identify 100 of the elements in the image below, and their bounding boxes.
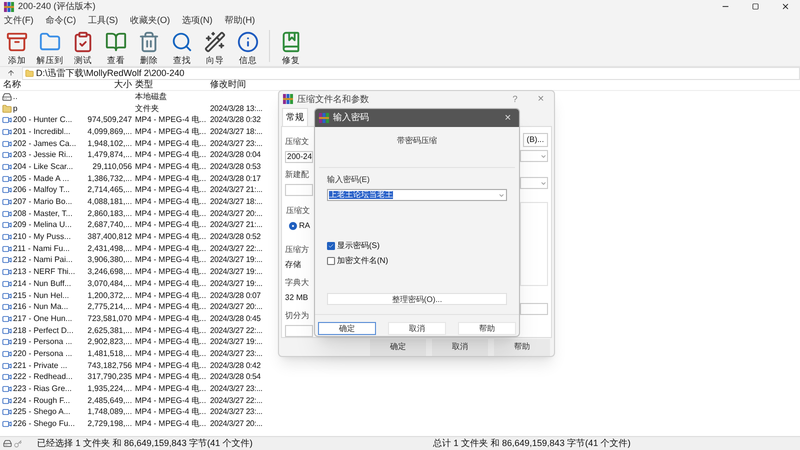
checkbox-label: 显示密码(S) bbox=[337, 240, 380, 252]
table-cell: 2,775,214,... bbox=[88, 303, 132, 312]
menu-item[interactable]: 命令(C) bbox=[46, 16, 76, 24]
archive-logo-icon bbox=[319, 113, 329, 123]
table-cell: 2024/3/27 23:... bbox=[210, 348, 262, 358]
folder-icon bbox=[2, 104, 12, 114]
table-cell: 2024/3/27 22:... bbox=[210, 396, 262, 405]
file-name: 207 - Mario Bo... bbox=[13, 198, 72, 206]
chevron-down-icon bbox=[498, 192, 505, 198]
menu-item[interactable]: 工具(S) bbox=[88, 16, 118, 24]
column-header[interactable]: 修改时间 bbox=[208, 80, 274, 89]
table-cell: MP4 - MPEG-4 电... bbox=[135, 126, 206, 136]
table-cell: 2024/3/27 20:... bbox=[210, 208, 262, 218]
table-cell: 2,729,198,... bbox=[88, 420, 132, 428]
table-cell: MP4 - MPEG-4 电... bbox=[135, 255, 206, 264]
video-file-icon bbox=[2, 208, 12, 219]
toolbar-button[interactable]: 修复 bbox=[279, 30, 303, 64]
password-field[interactable]: 上老王论坛当老王 bbox=[327, 189, 507, 201]
table-cell: 2,714,465,... bbox=[88, 186, 132, 194]
table-cell: MP4 - MPEG-4 电... bbox=[135, 372, 206, 382]
table-cell: 2024/3/28 0:32 bbox=[210, 115, 261, 124]
file-name: 222 - Redhead... bbox=[13, 373, 73, 382]
address-field[interactable]: D:\迅雷下载\MollyRedWolf 2\200-240 bbox=[22, 66, 800, 80]
field-value: 存储 bbox=[285, 259, 302, 271]
toolbar-button[interactable]: 向导 bbox=[203, 30, 227, 64]
field-value: 32 MB bbox=[285, 292, 310, 304]
toolbar-button[interactable]: 信息 bbox=[236, 30, 260, 64]
column-header[interactable]: 名称 bbox=[0, 80, 82, 89]
group-label: 压缩文 bbox=[286, 205, 311, 217]
archive-icon bbox=[6, 30, 28, 52]
field-label: 输入密码(E) bbox=[327, 174, 371, 186]
table-cell: MP4 - MPEG-4 电... bbox=[135, 138, 206, 148]
dialog-button[interactable]: 帮助 bbox=[494, 338, 550, 356]
dialog-button[interactable]: 确定 bbox=[370, 338, 426, 356]
video-file-icon bbox=[2, 278, 12, 289]
toolbar-button[interactable]: 测试 bbox=[71, 30, 95, 64]
file-name: 219 - Persona ... bbox=[13, 338, 72, 346]
toolbar-button[interactable]: 查看 bbox=[104, 30, 128, 64]
tab[interactable]: 常规 bbox=[282, 108, 308, 126]
toolbar-button[interactable]: 删除 bbox=[137, 30, 161, 64]
dialog-button[interactable]: 确定 bbox=[318, 322, 376, 335]
clipboard-check-icon bbox=[72, 30, 94, 52]
field-label: 压缩文 bbox=[285, 136, 310, 148]
dialog-button[interactable]: 取消 bbox=[388, 322, 446, 335]
toolbar-button[interactable]: 添加 bbox=[5, 30, 29, 64]
input-field[interactable] bbox=[520, 303, 548, 315]
organize-button[interactable]: 整理密码(O)... bbox=[327, 293, 507, 305]
table-cell: 1,948,102,... bbox=[88, 140, 132, 148]
dialog-title: 输入密码 bbox=[333, 111, 369, 124]
toolbar-button[interactable]: 解压到 bbox=[38, 30, 62, 64]
table-cell: 4,099,869,... bbox=[88, 128, 132, 136]
close-button[interactable]: × bbox=[504, 110, 511, 126]
input-field[interactable] bbox=[285, 184, 313, 196]
table-cell: 2024/3/27 22:... bbox=[210, 326, 262, 335]
video-file-icon bbox=[2, 115, 12, 126]
checkbox[interactable] bbox=[327, 242, 335, 250]
book-icon bbox=[105, 30, 127, 52]
folder-icon bbox=[25, 68, 34, 78]
menu-item[interactable]: 文件(F) bbox=[4, 16, 34, 24]
checkbox[interactable] bbox=[327, 257, 335, 265]
trash-icon bbox=[138, 30, 160, 52]
file-name: 216 - Nun Ma... bbox=[13, 303, 68, 312]
table-cell: MP4 - MPEG-4 电... bbox=[135, 197, 206, 206]
browse-button[interactable]: (B)... bbox=[522, 133, 548, 147]
toolbar-button[interactable]: 查找 bbox=[170, 30, 194, 64]
dialog-button[interactable]: 取消 bbox=[432, 338, 488, 356]
menu-item[interactable]: 收藏夹(O) bbox=[130, 16, 170, 24]
video-file-icon bbox=[2, 232, 12, 242]
table-cell: 3,070,484,... bbox=[88, 280, 132, 288]
file-name: 201 - Incredibl... bbox=[13, 128, 70, 136]
dialog-heading: 带密码压缩 bbox=[397, 135, 437, 147]
file-name: 200 - Hunter C... bbox=[13, 116, 72, 124]
folder-icon bbox=[39, 30, 61, 52]
field-label: 新建配 bbox=[285, 169, 310, 181]
radio-button[interactable] bbox=[289, 222, 297, 230]
video-file-icon bbox=[2, 150, 12, 160]
table-cell: 2024/3/27 21:... bbox=[210, 185, 262, 194]
chevron-down-icon bbox=[540, 152, 547, 160]
column-header[interactable]: 大小 bbox=[82, 80, 132, 89]
table-cell: 1,481,518,... bbox=[88, 350, 132, 358]
table-cell: MP4 - MPEG-4 电... bbox=[135, 290, 206, 300]
table-cell: 2024/3/27 23:... bbox=[210, 138, 262, 148]
input-field[interactable] bbox=[285, 325, 313, 337]
file-name: 215 - Nun Hel... bbox=[13, 292, 70, 300]
table-cell: 2,902,823,... bbox=[88, 338, 132, 346]
table-cell: 2024/3/27 23:... bbox=[210, 384, 262, 394]
table-cell: 723,581,070 bbox=[88, 314, 132, 323]
menu-item[interactable]: 选项(N) bbox=[182, 16, 212, 24]
column-header[interactable]: 类型 bbox=[132, 80, 208, 89]
dialog-button[interactable]: 帮助 bbox=[458, 322, 516, 335]
menu-item[interactable]: 帮助(H) bbox=[224, 16, 255, 24]
table-cell: 文件夹 bbox=[135, 104, 159, 113]
file-name: 217 - One Hun... bbox=[13, 314, 72, 323]
input-field[interactable]: 200-24 bbox=[285, 151, 313, 163]
video-file-icon bbox=[2, 326, 12, 336]
table-cell: 1,479,874,... bbox=[88, 151, 132, 160]
file-name: 206 - Malfoy T... bbox=[13, 186, 70, 194]
video-file-icon bbox=[2, 162, 12, 172]
file-name: 210 - My Puss... bbox=[13, 233, 71, 242]
table-cell: 2024/3/27 18:... bbox=[210, 126, 262, 136]
